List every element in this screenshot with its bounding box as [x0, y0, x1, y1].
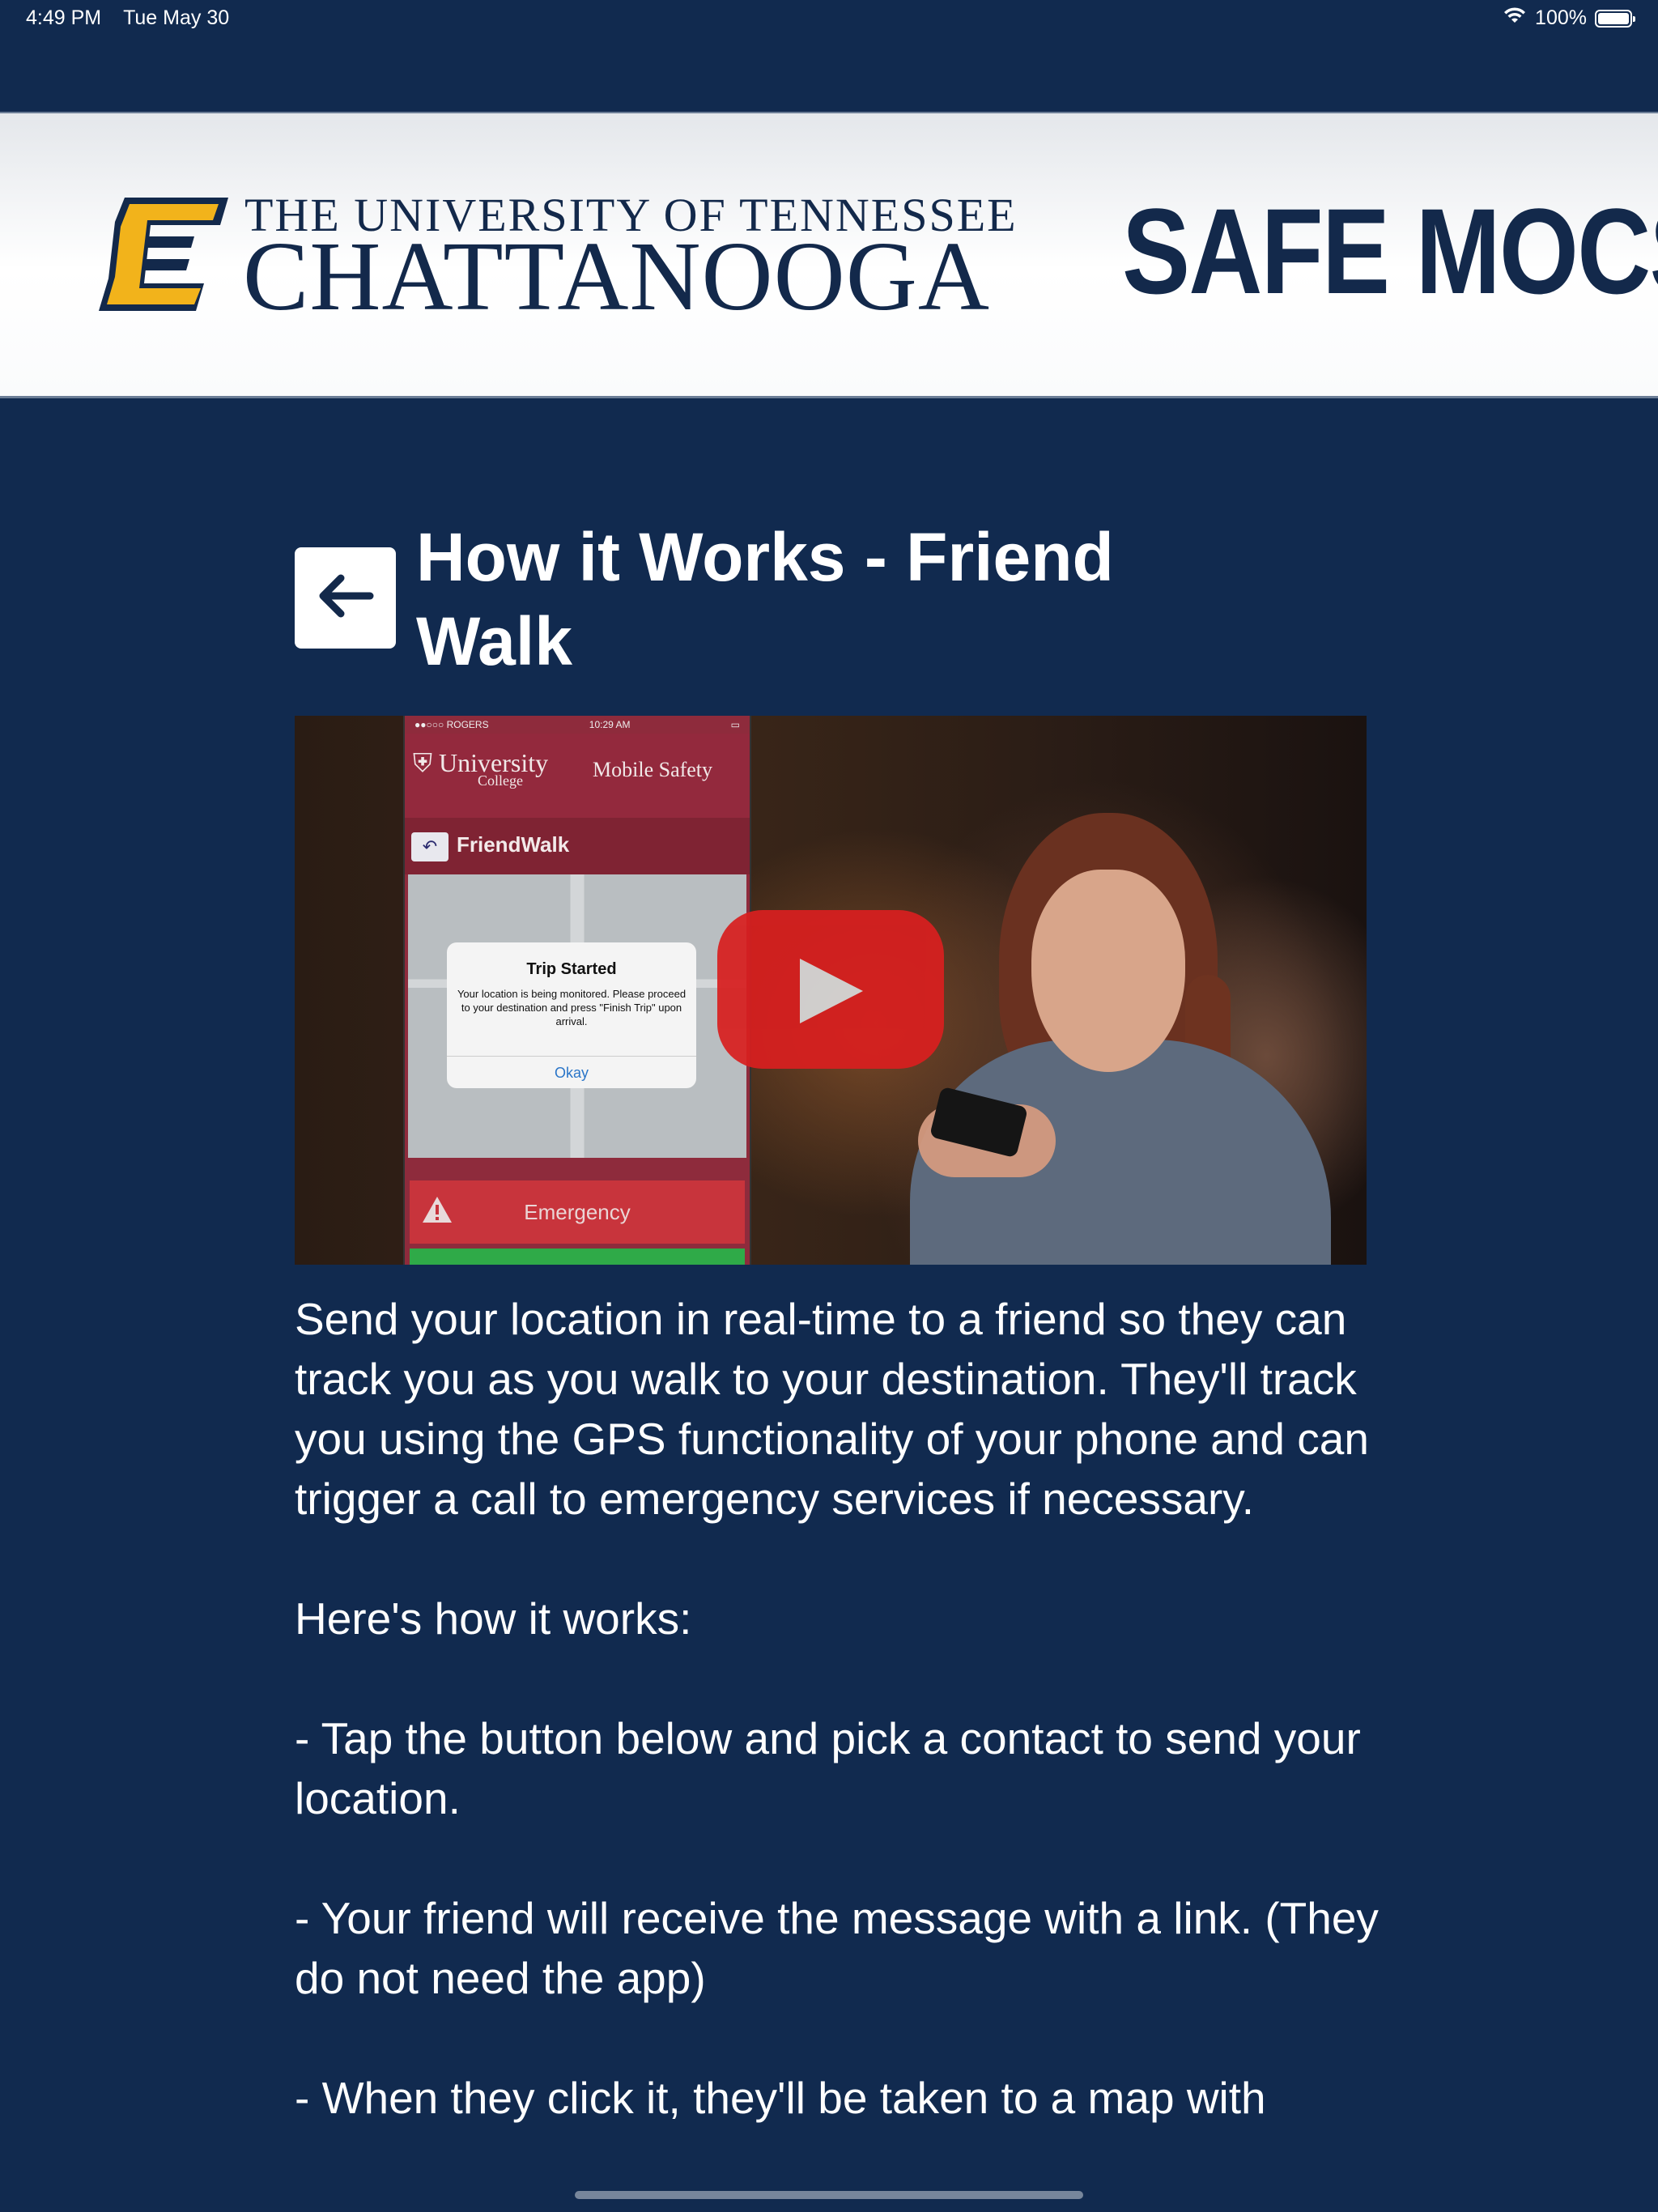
thumbnail-dialog: Trip Started Your location is being moni… [447, 942, 696, 1088]
thumbnail-dialog-button: Okay [447, 1056, 696, 1082]
status-time: 4:49 PM [26, 6, 102, 29]
university-name-line2: CHATTANOOGA [243, 222, 990, 331]
thumbnail-green-bar [410, 1249, 745, 1265]
thumbnail-nav-bar: ↶ FriendWalk [405, 818, 750, 874]
thumbnail-dialog-message: Your location is being monitored. Please… [457, 988, 687, 1027]
thumbnail-dialog-title: Trip Started [526, 960, 617, 978]
battery-percent: 100% [1535, 6, 1587, 29]
description-how-heading: Here's how it works: [295, 1593, 692, 1644]
description-step-1: - Tap the button below and pick a contac… [295, 1713, 1361, 1823]
home-indicator[interactable] [575, 2191, 1083, 2199]
status-indicators: 100% [1503, 6, 1635, 30]
warning-icon [421, 1195, 453, 1230]
thumbnail-emergency-label: Emergency [524, 1199, 631, 1224]
thumbnail-phone-battery-icon: ▭ [730, 719, 740, 730]
description-step-3: - When they click it, they'll be taken t… [295, 2073, 1266, 2123]
battery-icon [1595, 9, 1635, 28]
arrow-left-icon [317, 573, 375, 623]
status-date: Tue May 30 [123, 6, 230, 29]
status-bar: 4:49 PM Tue May 30 100% [0, 0, 1658, 39]
wifi-icon [1503, 6, 1527, 30]
thumbnail-brand: ⛨ University College [413, 748, 548, 789]
utc-logo-icon [99, 198, 228, 315]
app-name: SAFE MOCS [1122, 183, 1658, 319]
thumbnail-back-icon: ↶ [411, 832, 449, 861]
description-intro: Send your location in real-time to a fri… [295, 1294, 1369, 1524]
status-time-date: 4:49 PM Tue May 30 [26, 6, 229, 30]
thumbnail-phone-time: 10:29 AM [589, 719, 631, 730]
video-player[interactable]: ●●○○○ ROGERS 10:29 AM ▭ ⛨ University Col… [295, 716, 1367, 1265]
description-step-2: - Your friend will receive the message w… [295, 1893, 1379, 2003]
thumbnail-carrier: ●●○○○ ROGERS [414, 719, 489, 730]
back-button[interactable] [295, 547, 396, 649]
app-banner: THE UNIVERSITY OF TENNESSEE CHATTANOOGA … [0, 112, 1658, 398]
youtube-play-button[interactable] [717, 910, 944, 1069]
page-title: How it Works - Friend Walk [416, 519, 1114, 679]
thumbnail-emergency-bar: Emergency [410, 1180, 745, 1244]
thumbnail-person-face [1031, 870, 1185, 1072]
thumbnail-mobile-safety: Mobile Safety [593, 758, 713, 781]
thumbnail-nav-title: FriendWalk [457, 832, 570, 857]
description-text: Send your location in real-time to a fri… [295, 1289, 1380, 2128]
thumbnail-crest-icon: ⛨ [413, 748, 440, 777]
thumbnail-phone-status: ●●○○○ ROGERS 10:29 AM ▭ [405, 716, 750, 734]
thumbnail-phone-screen: ●●○○○ ROGERS 10:29 AM ▭ ⛨ University Col… [405, 716, 750, 1265]
